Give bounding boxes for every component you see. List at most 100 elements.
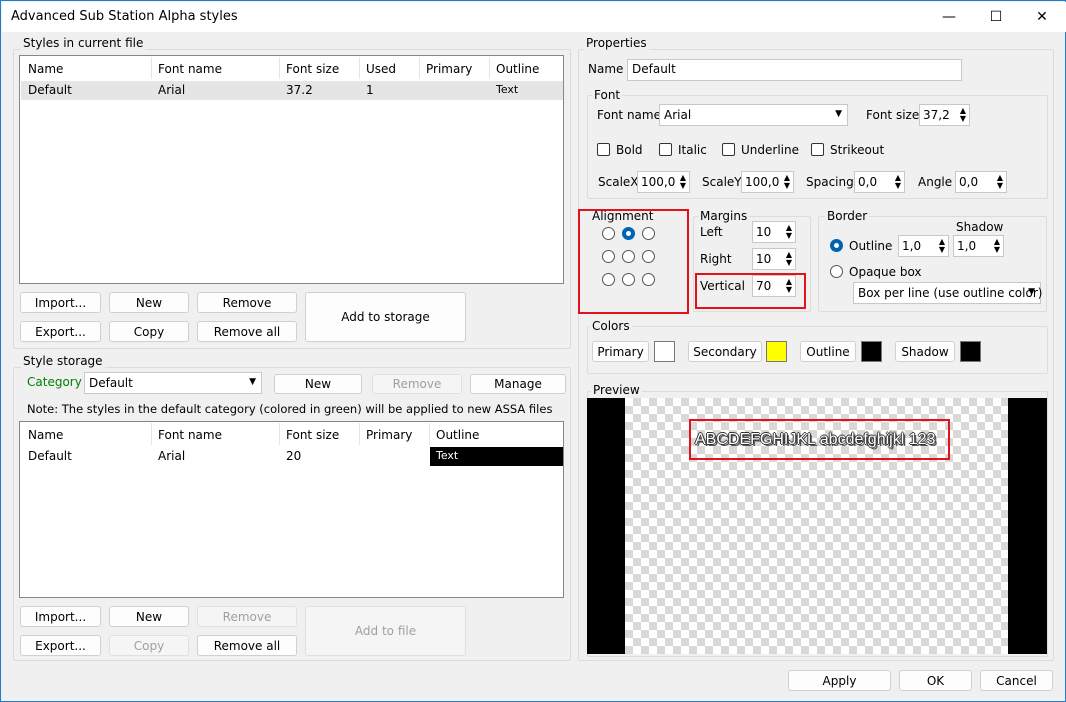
alignment-radio-4[interactable] bbox=[602, 250, 615, 263]
alignment-radio-8[interactable] bbox=[622, 227, 635, 240]
primary-color-button[interactable]: Primary bbox=[592, 341, 649, 362]
strikeout-label: Strikeout bbox=[830, 143, 885, 157]
outline-cell-swatch: Text bbox=[430, 447, 563, 466]
properties-label: Properties bbox=[584, 36, 649, 50]
outline-label: Outline bbox=[849, 239, 893, 253]
alignment-label: Alignment bbox=[592, 209, 654, 223]
storage-new-button[interactable]: New bbox=[274, 374, 362, 394]
col-font-name[interactable]: Font name bbox=[158, 428, 222, 442]
secondary-color-button[interactable]: Secondary bbox=[688, 341, 762, 362]
alignment-radio-1[interactable] bbox=[602, 273, 615, 286]
storage-export-button[interactable]: Export... bbox=[20, 635, 101, 656]
angle-spinner[interactable]: 0,0 ▲ ▼ bbox=[955, 171, 1007, 193]
alignment-radio-9[interactable] bbox=[642, 227, 655, 240]
table-row[interactable]: Default Arial 37.2 1 Text bbox=[21, 81, 563, 100]
col-primary[interactable]: Primary bbox=[426, 62, 472, 76]
shadow-width-spinner[interactable]: 1,0 ▲ ▼ bbox=[953, 235, 1004, 257]
box-type-value: Box per line (use outline color) bbox=[858, 286, 1043, 300]
shadow-color-button[interactable]: Shadow bbox=[895, 341, 955, 362]
col-name[interactable]: Name bbox=[28, 428, 63, 442]
spin-arrows-icon[interactable]: ▲ ▼ bbox=[786, 224, 792, 240]
col-font-name[interactable]: Font name bbox=[158, 62, 222, 76]
spin-arrows-icon[interactable]: ▲ ▼ bbox=[960, 107, 966, 123]
margin-left-spinner[interactable]: 10 ▲ ▼ bbox=[752, 221, 796, 243]
add-to-storage-button[interactable]: Add to storage bbox=[305, 292, 466, 342]
alignment-radio-7[interactable] bbox=[602, 227, 615, 240]
shadow-color-swatch[interactable] bbox=[960, 341, 981, 362]
col-primary[interactable]: Primary bbox=[366, 428, 412, 442]
outline-color-button[interactable]: Outline bbox=[800, 341, 856, 362]
spin-arrows-icon[interactable]: ▲ ▼ bbox=[786, 251, 792, 267]
manage-button[interactable]: Manage bbox=[470, 374, 566, 394]
margin-right-label: Right bbox=[700, 252, 732, 266]
copy-button[interactable]: Copy bbox=[109, 321, 189, 342]
strikeout-checkbox[interactable] bbox=[811, 143, 824, 156]
cell-name: Default bbox=[28, 83, 72, 97]
export-button[interactable]: Export... bbox=[20, 321, 101, 342]
alignment-radio-2[interactable] bbox=[622, 273, 635, 286]
apply-button[interactable]: Apply bbox=[788, 670, 891, 691]
remove-all-button[interactable]: Remove all bbox=[197, 321, 297, 342]
colors-label: Colors bbox=[590, 319, 632, 333]
italic-checkbox[interactable] bbox=[659, 143, 672, 156]
storage-import-button[interactable]: Import... bbox=[20, 606, 101, 627]
col-font-size[interactable]: Font size bbox=[286, 428, 339, 442]
alignment-radio-5[interactable] bbox=[622, 250, 635, 263]
storage-new-style-button[interactable]: New bbox=[109, 606, 189, 627]
margin-right-spinner[interactable]: 10 ▲ ▼ bbox=[752, 248, 796, 270]
import-button[interactable]: Import... bbox=[20, 292, 101, 313]
maximize-button[interactable]: ☐ bbox=[973, 2, 1019, 32]
new-button[interactable]: New bbox=[109, 292, 189, 313]
spacing-spinner[interactable]: 0,0 ▲ ▼ bbox=[854, 171, 905, 193]
outline-radio[interactable] bbox=[830, 239, 843, 252]
font-size-spinner[interactable]: 37,2 ▲ ▼ bbox=[919, 104, 970, 126]
spin-arrows-icon[interactable]: ▲ ▼ bbox=[786, 278, 792, 294]
category-select[interactable]: Default ▼ bbox=[84, 372, 262, 394]
col-outline[interactable]: Outline bbox=[436, 428, 479, 442]
chevron-down-icon: ▼ bbox=[249, 377, 256, 387]
category-label: Category bbox=[27, 375, 82, 389]
remove-button[interactable]: Remove bbox=[197, 292, 297, 313]
col-used[interactable]: Used bbox=[366, 62, 396, 76]
outline-color-swatch[interactable] bbox=[861, 341, 882, 362]
font-size-label: Font size bbox=[866, 108, 920, 122]
name-label: Name bbox=[588, 62, 624, 76]
spin-arrows-icon[interactable]: ▲ ▼ bbox=[939, 238, 945, 254]
ok-button[interactable]: OK bbox=[899, 670, 972, 691]
spin-arrows-icon[interactable]: ▲ ▼ bbox=[895, 174, 901, 190]
margin-vertical-value: 70 bbox=[756, 279, 772, 293]
storage-styles-list[interactable]: Name Font name Font size Primary Outline… bbox=[19, 421, 564, 598]
spin-arrows-icon[interactable]: ▲ ▼ bbox=[994, 238, 1000, 254]
opaque-box-radio[interactable] bbox=[830, 265, 843, 278]
minimize-button[interactable]: — bbox=[926, 2, 972, 32]
cancel-button[interactable]: Cancel bbox=[980, 670, 1053, 691]
spin-arrows-icon[interactable]: ▲ ▼ bbox=[680, 174, 686, 190]
name-input[interactable]: Default bbox=[627, 59, 962, 81]
bold-checkbox[interactable] bbox=[597, 143, 610, 156]
col-outline[interactable]: Outline bbox=[496, 62, 539, 76]
margin-vertical-spinner[interactable]: 70 ▲ ▼ bbox=[752, 275, 796, 297]
current-styles-list[interactable]: Name Font name Font size Used Primary Ou… bbox=[19, 55, 564, 284]
scalex-spinner[interactable]: 100,0 ▲ ▼ bbox=[637, 171, 690, 193]
spin-arrows-icon[interactable]: ▲ ▼ bbox=[784, 174, 790, 190]
close-button[interactable]: ✕ bbox=[1019, 2, 1065, 32]
add-to-file-button: Add to file bbox=[305, 606, 466, 656]
spin-arrows-icon[interactable]: ▲ ▼ bbox=[997, 174, 1003, 190]
box-type-select[interactable]: Box per line (use outline color) ▼ bbox=[853, 282, 1043, 304]
secondary-color-swatch[interactable] bbox=[766, 341, 787, 362]
alignment-radio-3[interactable] bbox=[642, 273, 655, 286]
storage-copy-button: Copy bbox=[109, 635, 189, 656]
font-name-select[interactable]: Arial ▼ bbox=[659, 104, 848, 126]
storage-label: Style storage bbox=[21, 354, 105, 368]
table-row[interactable]: Default Arial 20 Text bbox=[21, 447, 563, 466]
col-font-size[interactable]: Font size bbox=[286, 62, 339, 76]
preview-label: Preview bbox=[591, 383, 642, 397]
outline-width-spinner[interactable]: 1,0 ▲ ▼ bbox=[898, 235, 949, 257]
scaley-spinner[interactable]: 100,0 ▲ ▼ bbox=[741, 171, 794, 193]
primary-color-swatch[interactable] bbox=[654, 341, 675, 362]
margin-left-label: Left bbox=[700, 225, 723, 239]
col-name[interactable]: Name bbox=[28, 62, 63, 76]
underline-checkbox[interactable] bbox=[722, 143, 735, 156]
storage-remove-all-button[interactable]: Remove all bbox=[197, 635, 297, 656]
alignment-radio-6[interactable] bbox=[642, 250, 655, 263]
